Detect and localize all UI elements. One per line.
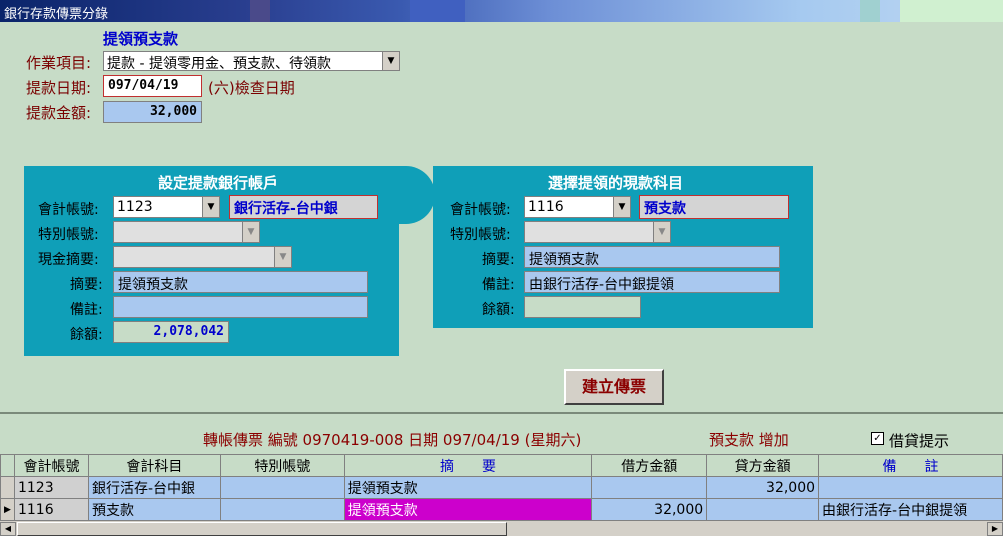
left-note-label: 備註:: [70, 302, 103, 318]
right-summary-label: 摘要:: [482, 252, 515, 268]
column-header[interactable]: 貸方金額: [706, 454, 820, 477]
column-header[interactable]: 備 註: [818, 454, 1003, 477]
left-special-label: 特別帳號:: [38, 227, 99, 243]
date-input[interactable]: 097/04/19: [103, 75, 202, 97]
cell-note[interactable]: [818, 476, 1003, 499]
cell-summary[interactable]: 提領預支款: [343, 476, 593, 499]
date-check-note: (六)檢查日期: [208, 79, 295, 97]
scroll-left-icon[interactable]: ◀: [0, 522, 16, 536]
horizontal-scrollbar[interactable]: ◀ ▶: [0, 520, 1003, 536]
right-account-value: 1116: [528, 199, 564, 215]
left-summary-input[interactable]: 提領預支款: [113, 271, 368, 293]
cell-special[interactable]: [219, 476, 345, 499]
grid-header-row: 會計帳號 會計科目 特別帳號 摘 要 借方金額 貸方金額 備 註: [0, 454, 1003, 477]
column-header[interactable]: 會計帳號: [13, 454, 89, 477]
cell-summary[interactable]: 提領預支款: [343, 498, 593, 521]
cash-summary-select[interactable]: ▼: [113, 246, 292, 268]
current-row-arrow-icon[interactable]: ▶: [0, 498, 15, 521]
cell-credit[interactable]: [706, 498, 820, 521]
page-heading: 提領預支款: [103, 30, 179, 48]
left-account-label: 會計帳號:: [38, 202, 99, 218]
bank-panel-title: 設定提款銀行帳戶: [158, 174, 279, 192]
chevron-down-icon[interactable]: ▼: [613, 197, 630, 217]
left-special-select[interactable]: ▼: [113, 221, 260, 243]
cash-summary-label: 現金摘要:: [38, 252, 99, 268]
column-header[interactable]: 會計科目: [87, 454, 221, 477]
right-balance-label: 餘額:: [482, 302, 515, 318]
right-special-label: 特別帳號:: [450, 227, 511, 243]
amount-input[interactable]: 32,000: [103, 101, 202, 123]
right-note-input[interactable]: 由銀行活存-台中銀提領: [524, 271, 780, 293]
left-summary-label: 摘要:: [70, 277, 103, 293]
row-indicator[interactable]: [0, 476, 15, 499]
cell-debit[interactable]: 32,000: [591, 498, 708, 521]
chevron-down-icon[interactable]: ▼: [202, 197, 219, 217]
column-header[interactable]: 摘 要: [343, 454, 593, 477]
voucher-grid: 會計帳號 會計科目 特別帳號 摘 要 借方金額 貸方金額 備 註 1123 銀行…: [0, 454, 1003, 521]
section-divider: [0, 412, 1003, 414]
job-label: 作業項目:: [26, 54, 92, 72]
right-account-select[interactable]: 1116 ▼: [524, 196, 631, 218]
right-special-select[interactable]: ▼: [524, 221, 671, 243]
voucher-info: 轉帳傳票 編號 0970419-008 日期 097/04/19 (星期六): [203, 431, 582, 449]
column-header[interactable]: 特別帳號: [219, 454, 345, 477]
scroll-thumb[interactable]: [17, 522, 507, 536]
debit-credit-label: 借貸提示: [889, 432, 950, 450]
debit-credit-checkbox[interactable]: ✓: [871, 432, 884, 445]
panel-connector: [385, 166, 435, 224]
cell-account[interactable]: 1123: [13, 476, 89, 499]
cell-note[interactable]: 由銀行活存-台中銀提領: [818, 498, 1003, 521]
job-select[interactable]: 提款 - 提領零用金、預支款、待領款 ▼: [103, 51, 400, 72]
create-voucher-button[interactable]: 建立傳票: [564, 369, 664, 405]
chevron-down-icon[interactable]: ▼: [242, 222, 259, 242]
left-balance-label: 餘額:: [70, 327, 103, 343]
voucher-status: 預支款 增加: [709, 431, 789, 449]
table-row[interactable]: 1123 銀行活存-台中銀 提領預支款 32,000: [0, 476, 1003, 499]
column-header[interactable]: 借方金額: [591, 454, 708, 477]
cell-subject[interactable]: 銀行活存-台中銀: [87, 476, 221, 499]
chevron-down-icon[interactable]: ▼: [274, 247, 291, 267]
left-account-select[interactable]: 1123 ▼: [113, 196, 220, 218]
title-bar: 銀行存款傳票分錄: [0, 0, 1003, 22]
amount-label: 提款金額:: [26, 104, 92, 122]
chevron-down-icon[interactable]: ▼: [382, 52, 399, 70]
left-account-name: 銀行活存-台中銀: [229, 195, 378, 219]
job-select-value: 提款 - 提領零用金、預支款、待領款: [107, 56, 331, 72]
cell-subject[interactable]: 預支款: [87, 498, 221, 521]
right-balance-value: [524, 296, 641, 318]
cash-panel-title: 選擇提領的現款科目: [548, 174, 684, 192]
cell-debit[interactable]: [591, 476, 708, 499]
table-row[interactable]: ▶ 1116 預支款 提領預支款 32,000 由銀行活存-台中銀提領: [0, 498, 1003, 521]
left-note-input[interactable]: [113, 296, 368, 318]
cell-special[interactable]: [219, 498, 345, 521]
scroll-right-icon[interactable]: ▶: [987, 522, 1003, 536]
right-note-label: 備註:: [482, 277, 515, 293]
chevron-down-icon[interactable]: ▼: [653, 222, 670, 242]
left-balance-value: 2,078,042: [113, 321, 229, 343]
right-account-name: 預支款: [639, 195, 789, 219]
right-account-label: 會計帳號:: [450, 202, 511, 218]
date-label: 提款日期:: [26, 79, 92, 97]
cell-account[interactable]: 1116: [13, 498, 89, 521]
window-title: 銀行存款傳票分錄: [4, 7, 109, 22]
cell-credit[interactable]: 32,000: [706, 476, 820, 499]
right-summary-input[interactable]: 提領預支款: [524, 246, 780, 268]
row-indicator-header: [0, 454, 15, 477]
left-account-value: 1123: [117, 199, 153, 215]
